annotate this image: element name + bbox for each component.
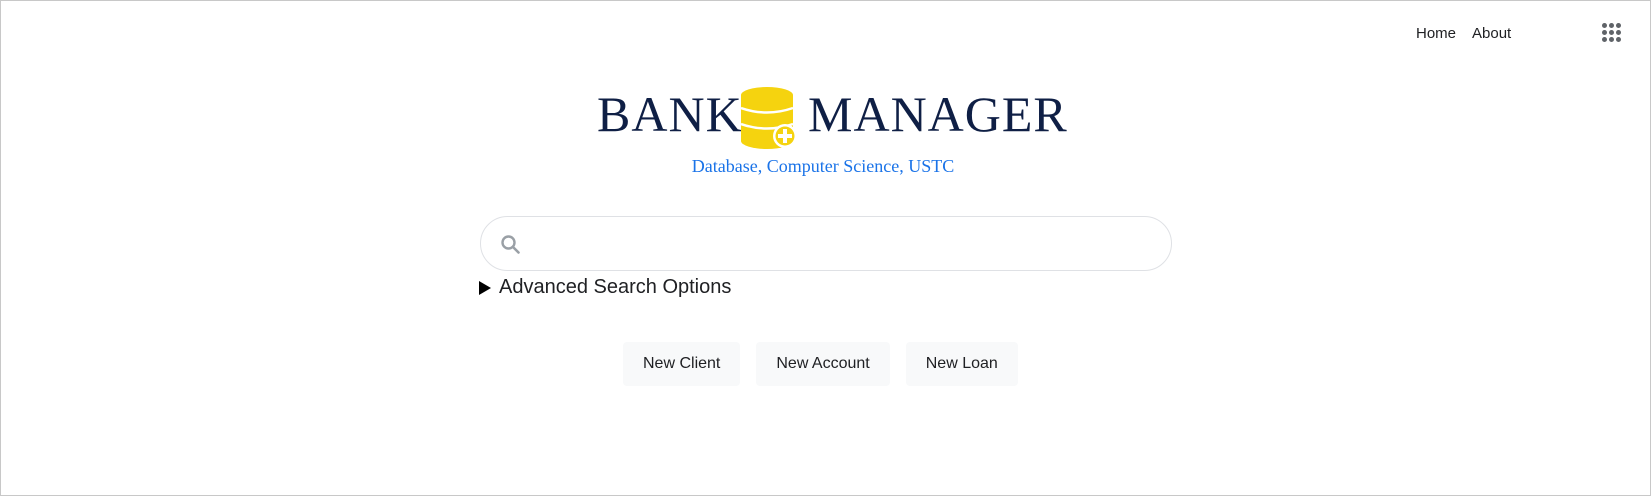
disclosure-triangle-icon bbox=[479, 280, 491, 295]
search-input[interactable] bbox=[533, 227, 1147, 262]
advanced-search-toggle[interactable]: Advanced Search Options bbox=[479, 276, 731, 299]
new-client-button[interactable]: New Client bbox=[623, 342, 741, 386]
nav-about-link[interactable]: About bbox=[1472, 25, 1511, 42]
new-account-button[interactable]: New Account bbox=[756, 342, 890, 386]
action-buttons: New Client New Account New Loan bbox=[623, 342, 1018, 386]
top-nav: Home About bbox=[1416, 25, 1511, 42]
logo-word-manager: MANAGER bbox=[808, 86, 1068, 142]
page: Home About BANK MANAGER Database, Comput… bbox=[0, 0, 1651, 496]
apps-grid-icon[interactable] bbox=[1602, 23, 1622, 43]
new-loan-button[interactable]: New Loan bbox=[905, 342, 1018, 386]
logo-subtitle: Database, Computer Science, USTC bbox=[691, 156, 955, 176]
search-box bbox=[480, 216, 1172, 271]
advanced-search-label: Advanced Search Options bbox=[499, 276, 732, 298]
logo: BANK MANAGER Database, Computer Science,… bbox=[591, 81, 1067, 181]
database-plus-icon bbox=[741, 87, 797, 149]
logo-word-bank: BANK bbox=[597, 86, 743, 142]
nav-home-link[interactable]: Home bbox=[1416, 25, 1456, 42]
search-icon bbox=[501, 235, 520, 254]
